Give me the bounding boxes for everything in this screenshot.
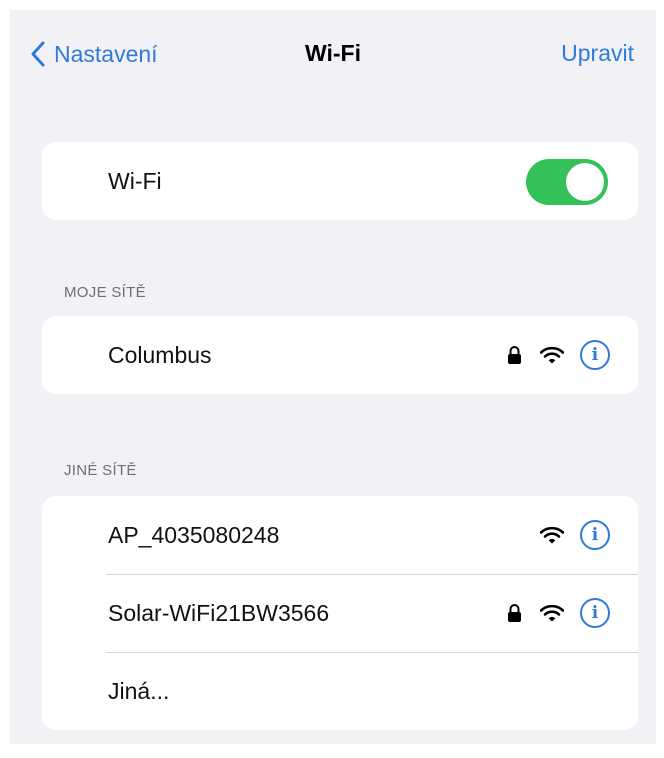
my-networks-group: Columbus i bbox=[42, 316, 638, 394]
info-icon[interactable]: i bbox=[580, 598, 610, 628]
network-name: Solar-WiFi21BW3566 bbox=[108, 599, 330, 626]
page-title: Wi-Fi bbox=[305, 40, 361, 66]
network-icons: i bbox=[507, 574, 610, 652]
other-network-row[interactable]: Jiná... bbox=[42, 652, 638, 730]
lock-icon bbox=[508, 346, 521, 364]
info-icon[interactable]: i bbox=[580, 340, 610, 370]
network-icons: i bbox=[507, 316, 610, 394]
other-network-label: Jiná... bbox=[108, 677, 170, 704]
other-networks-group: AP_4035080248 i Solar-WiFi21BW3566 i Jin… bbox=[42, 496, 638, 730]
wifi-toggle-group: Wi-Fi bbox=[42, 142, 638, 220]
info-icon[interactable]: i bbox=[580, 520, 610, 550]
edit-button[interactable]: Upravit bbox=[561, 40, 634, 67]
network-row[interactable]: AP_4035080248 i bbox=[42, 496, 638, 574]
network-row[interactable]: Solar-WiFi21BW3566 i bbox=[42, 574, 638, 652]
lock-icon bbox=[508, 604, 521, 622]
wifi-icon bbox=[540, 604, 564, 622]
network-name: AP_4035080248 bbox=[108, 521, 280, 548]
wifi-icon bbox=[540, 526, 564, 544]
wifi-settings-screen: Nastavení Wi-Fi Upravit Wi-Fi MOJE SÍTĚ … bbox=[10, 10, 656, 744]
network-icons: i bbox=[540, 496, 610, 574]
toggle-knob bbox=[566, 163, 604, 201]
navigation-bar: Nastavení Wi-Fi Upravit bbox=[10, 10, 656, 98]
wifi-toggle-label: Wi-Fi bbox=[108, 167, 162, 194]
my-networks-header: MOJE SÍTĚ bbox=[64, 284, 146, 301]
network-row[interactable]: Columbus i bbox=[42, 316, 638, 394]
other-networks-header: JINÉ SÍTĚ bbox=[64, 462, 137, 479]
wifi-toggle-switch[interactable] bbox=[526, 159, 608, 205]
wifi-icon bbox=[540, 346, 564, 364]
wifi-toggle-row: Wi-Fi bbox=[42, 142, 638, 220]
network-name: Columbus bbox=[108, 341, 212, 368]
